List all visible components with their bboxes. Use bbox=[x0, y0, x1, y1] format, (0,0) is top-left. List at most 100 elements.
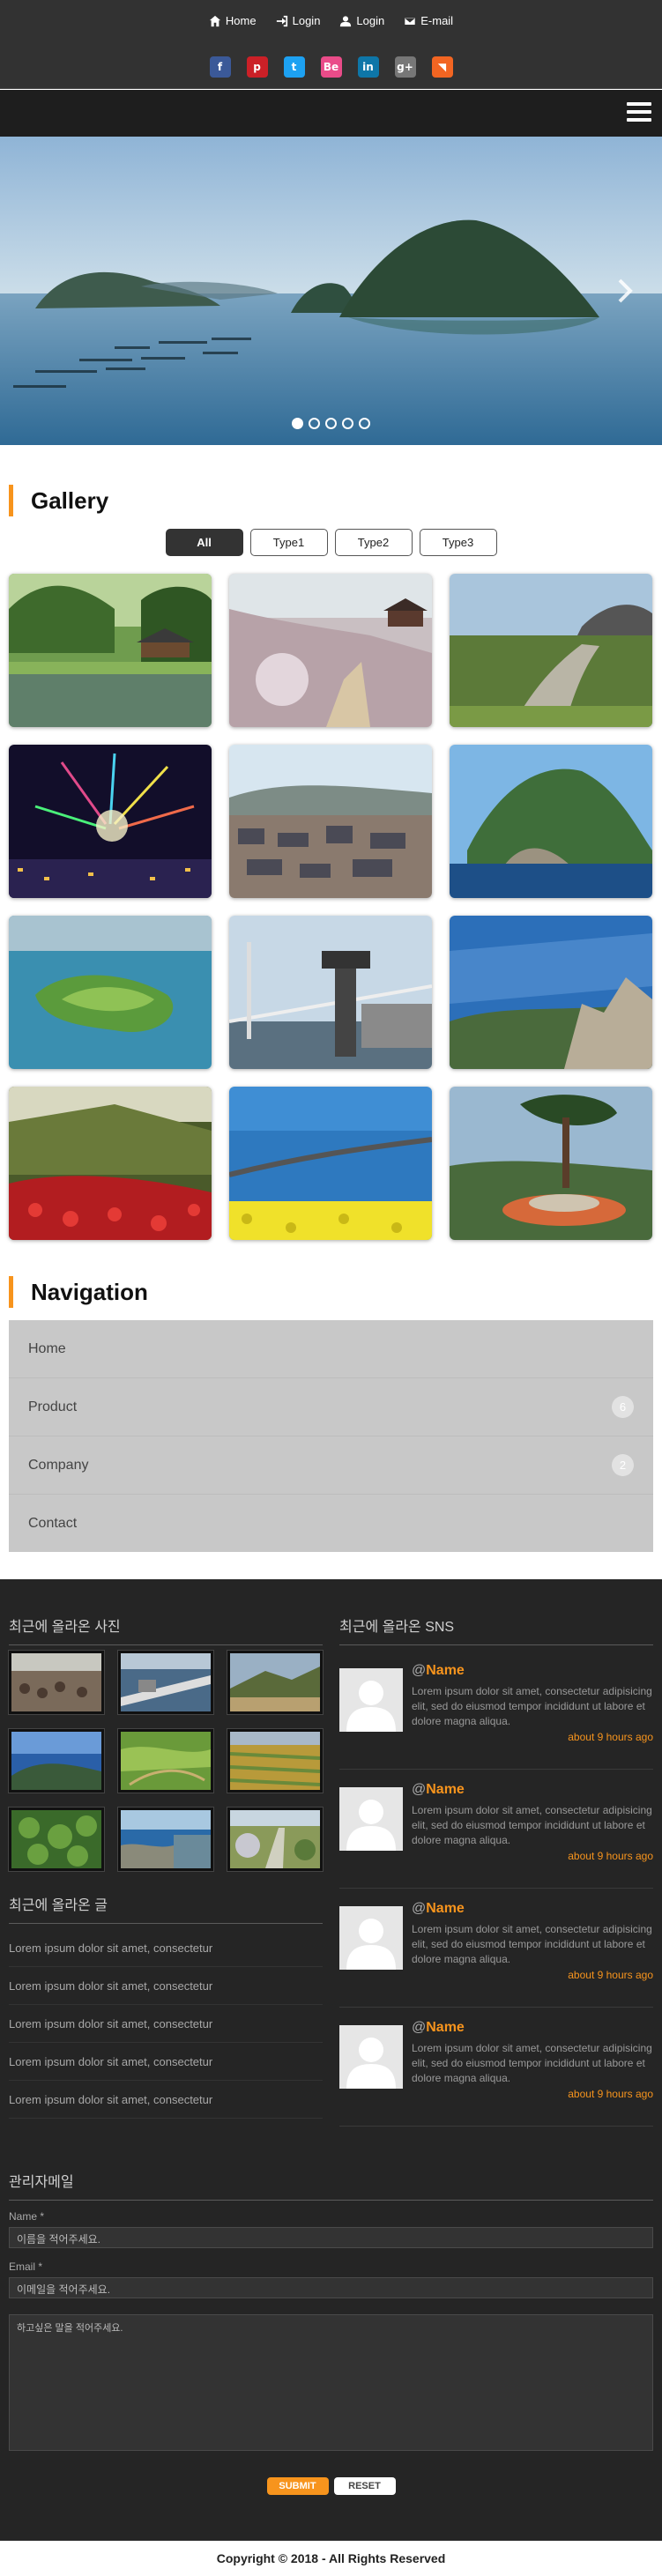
login-user-link[interactable]: Login bbox=[339, 14, 384, 27]
gallery-item[interactable] bbox=[9, 916, 212, 1069]
nav-item-label: Product bbox=[28, 1399, 78, 1414]
page: Home Login Login E-mail fpt Bein g+ ◥ bbox=[0, 0, 662, 2576]
submit-button[interactable]: SUBMIT bbox=[266, 2477, 329, 2495]
gallery-item[interactable] bbox=[450, 745, 652, 898]
filter-button[interactable]: All bbox=[165, 529, 243, 556]
linkedin-icon[interactable]: in bbox=[357, 56, 379, 78]
slider-dot[interactable] bbox=[292, 418, 303, 429]
sns-time: about 9 hours ago bbox=[568, 2088, 653, 2100]
sns-name-text: Name bbox=[426, 1901, 465, 1916]
slider-dot[interactable] bbox=[359, 418, 370, 429]
login-link-label: Login bbox=[292, 14, 321, 27]
gallery-title: Gallery bbox=[31, 486, 109, 514]
nav-bar bbox=[0, 90, 662, 137]
sns-text: Lorem ipsum dolor sit amet, consectetur … bbox=[412, 1685, 652, 1727]
slider-dot[interactable] bbox=[342, 418, 353, 429]
recent-photo[interactable] bbox=[227, 1651, 323, 1714]
sns-time: about 9 hours ago bbox=[568, 1969, 653, 1981]
sign-in-icon bbox=[276, 15, 287, 26]
email-link-label: E-mail bbox=[420, 14, 454, 27]
recent-photo[interactable] bbox=[118, 1729, 213, 1793]
recent-photo[interactable] bbox=[118, 1651, 213, 1714]
login-link[interactable]: Login bbox=[276, 14, 321, 27]
sns-name[interactable]: @Name bbox=[412, 1901, 465, 1917]
gallery-item[interactable] bbox=[229, 916, 432, 1069]
sns-name[interactable]: @Name bbox=[412, 1782, 465, 1798]
slider-dots bbox=[0, 418, 662, 429]
name-field[interactable]: 이름을 적어주세요. bbox=[9, 2227, 653, 2248]
next-slide-icon[interactable] bbox=[616, 278, 634, 304]
recent-post-link[interactable]: Lorem ipsum dolor sit amet, consectetur bbox=[9, 1967, 323, 2005]
message-field[interactable]: 하고싶은 말을 적어주세요. bbox=[9, 2314, 653, 2451]
recent-photo[interactable] bbox=[227, 1808, 323, 1871]
filter-button[interactable]: Type1 bbox=[249, 529, 328, 556]
email-link[interactable]: E-mail bbox=[404, 14, 453, 27]
recent-post-link[interactable]: Lorem ipsum dolor sit amet, consectetur bbox=[9, 1929, 323, 1967]
facebook-icon[interactable]: f bbox=[209, 56, 231, 78]
avatar bbox=[339, 1787, 403, 1851]
nav-item-count-badge: 6 bbox=[612, 1396, 634, 1418]
sns-name[interactable]: @Name bbox=[412, 1663, 465, 1679]
home-link[interactable]: Home bbox=[209, 14, 257, 27]
sns-at-sign: @ bbox=[412, 1663, 427, 1678]
recent-posts-title: 최근에 올라온 글 bbox=[9, 1893, 323, 1924]
recent-photo[interactable] bbox=[9, 1808, 104, 1871]
filter-button[interactable]: Type2 bbox=[334, 529, 413, 556]
behance-icon[interactable]: Be bbox=[320, 56, 342, 78]
recent-photo[interactable] bbox=[227, 1729, 323, 1793]
sns-name[interactable]: @Name bbox=[412, 2020, 465, 2036]
recent-photo[interactable] bbox=[9, 1651, 104, 1714]
nav-item-count-badge: 2 bbox=[612, 1454, 634, 1476]
recent-posts-list: Lorem ipsum dolor sit amet, consectetur L… bbox=[9, 1929, 323, 2119]
top-bar: Home Login Login E-mail f p t Be in g+ ◥ bbox=[0, 0, 662, 89]
user-icon bbox=[340, 15, 352, 26]
email-label: Email * bbox=[9, 2260, 43, 2273]
sns-item: @Name Lorem ipsum dolor sit amet, consect… bbox=[339, 1770, 653, 1889]
hero-image bbox=[0, 137, 662, 445]
name-label: Name * bbox=[9, 2210, 45, 2223]
rss-icon[interactable]: ◥ bbox=[431, 56, 453, 78]
recent-photo[interactable] bbox=[118, 1808, 213, 1871]
pinterest-icon[interactable]: p bbox=[246, 56, 268, 78]
gallery-grid bbox=[9, 574, 653, 1240]
sns-item: @Name Lorem ipsum dolor sit amet, consect… bbox=[339, 1889, 653, 2008]
sns-name-text: Name bbox=[426, 1782, 465, 1797]
form-buttons: SUBMIT RESET bbox=[0, 2477, 662, 2495]
email-field[interactable]: 이메일을 적어주세요. bbox=[9, 2277, 653, 2298]
gallery-item[interactable] bbox=[450, 574, 652, 727]
twitter-icon[interactable]: t bbox=[283, 56, 305, 78]
gallery-item[interactable] bbox=[450, 916, 652, 1069]
contact-form-title: 관리자메일 bbox=[9, 2170, 653, 2201]
navigation-title: Navigation bbox=[31, 1278, 148, 1305]
sns-at-sign: @ bbox=[412, 2020, 427, 2035]
slider-dot[interactable] bbox=[309, 418, 320, 429]
recent-post-link[interactable]: Lorem ipsum dolor sit amet, consectetur bbox=[9, 2081, 323, 2119]
gallery-item[interactable] bbox=[9, 574, 212, 727]
gallery-item[interactable] bbox=[229, 574, 432, 727]
hero-slider bbox=[0, 137, 662, 445]
sns-time: about 9 hours ago bbox=[568, 1731, 653, 1743]
recent-post-link[interactable]: Lorem ipsum dolor sit amet, consectetur bbox=[9, 2005, 323, 2043]
gallery-item[interactable] bbox=[450, 1087, 652, 1240]
recent-photo[interactable] bbox=[9, 1729, 104, 1793]
gallery-item[interactable] bbox=[9, 1087, 212, 1240]
recent-post-link[interactable]: Lorem ipsum dolor sit amet, consectetur bbox=[9, 2043, 323, 2081]
sns-item: @Name Lorem ipsum dolor sit amet, consect… bbox=[339, 2008, 653, 2127]
gallery-item[interactable] bbox=[229, 1087, 432, 1240]
gallery-item[interactable] bbox=[9, 745, 212, 898]
reset-button[interactable]: RESET bbox=[333, 2477, 396, 2495]
login-user-link-label: Login bbox=[356, 14, 385, 27]
gallery-item[interactable] bbox=[229, 745, 432, 898]
slider-dot[interactable] bbox=[325, 418, 337, 429]
nav-item[interactable]: Company 2 bbox=[9, 1436, 653, 1495]
menu-toggle-icon[interactable] bbox=[627, 102, 651, 123]
nav-item[interactable]: Home bbox=[9, 1320, 653, 1378]
heading-accent-bar bbox=[9, 485, 13, 516]
google-plus-icon[interactable]: g+ bbox=[394, 56, 416, 78]
nav-item[interactable]: Product 6 bbox=[9, 1378, 653, 1436]
navigation-heading: Navigation bbox=[9, 1276, 148, 1308]
filter-button[interactable]: Type3 bbox=[419, 529, 497, 556]
sns-text: Lorem ipsum dolor sit amet, consectetur … bbox=[412, 2042, 652, 2084]
avatar bbox=[339, 1906, 403, 1970]
nav-item[interactable]: Contact bbox=[9, 1495, 653, 1553]
